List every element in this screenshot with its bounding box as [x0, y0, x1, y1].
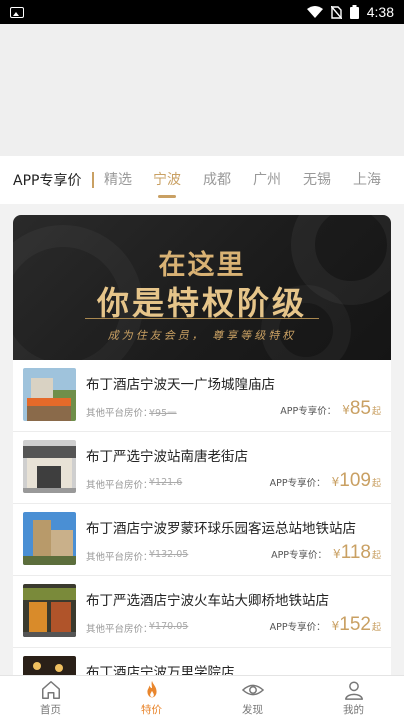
nav-mine[interactable]: 我的: [303, 676, 404, 720]
currency-symbol: ¥: [331, 619, 340, 633]
app-price: APP专享价： ¥ 109 起: [270, 470, 381, 492]
hotel-name: 布丁酒店宁波万里学院店: [86, 665, 235, 675]
other-price: ¥121.6: [149, 477, 183, 488]
other-price: ¥170.05: [149, 621, 189, 632]
hotel-item[interactable]: 布丁酒店宁波罗蒙环球乐园客运总站地铁站店 其他平台房价： ¥132.05 APP…: [13, 504, 391, 576]
price-suffix: 起: [371, 479, 381, 489]
status-bar: 4:38: [0, 0, 404, 24]
top-banner-area: [0, 24, 404, 156]
nav-home[interactable]: 首页: [0, 676, 101, 720]
hotel-photo: [23, 656, 76, 675]
no-sim-icon: [330, 5, 342, 19]
bottom-nav: 首页 特价 发现 我的: [0, 675, 404, 720]
hotel-item[interactable]: 布丁严选宁波站南唐老街店 其他平台房价： ¥121.6 APP专享价： ¥ 10…: [13, 432, 391, 504]
hotel-item[interactable]: 布丁严选酒店宁波火车站大卿桥地铁站店 其他平台房价： ¥170.05 APP专享…: [13, 576, 391, 648]
hotel-photo: [23, 368, 76, 421]
user-icon: [344, 681, 363, 700]
app-price: APP专享价： ¥ 152 起: [270, 614, 381, 636]
hotel-name: 布丁严选宁波站南唐老街店: [86, 449, 248, 465]
eye-icon: [241, 684, 264, 696]
image-notification-icon: [10, 6, 24, 18]
price-value: 152: [339, 614, 371, 635]
tabs-title: APP专享价: [13, 173, 82, 189]
banner-subtitle: 成为住友会员， 尊享等级特权: [107, 329, 297, 342]
other-price: ¥132.05: [149, 549, 189, 560]
hotel-card: 在这里 你是特权阶级 成为住友会员， 尊享等级特权 布丁酒店宁波天一广场城隍庙店…: [13, 215, 391, 675]
hotel-photo: [23, 512, 76, 565]
privilege-banner[interactable]: 在这里 你是特权阶级 成为住友会员， 尊享等级特权: [13, 215, 391, 360]
tab-ningbo[interactable]: 宁波: [142, 156, 192, 204]
hotel-name: 布丁严选酒店宁波火车站大卿桥地铁站店: [86, 593, 329, 609]
app-price-label: APP专享价：: [269, 622, 326, 633]
price-suffix: 起: [371, 551, 381, 561]
price-value: 118: [340, 542, 371, 563]
banner-rule: [85, 318, 319, 319]
other-price: ¥95一: [149, 408, 177, 419]
tab-jingxuan[interactable]: 精选: [104, 156, 142, 204]
hotel-list: 布丁酒店宁波天一广场城隍庙店 其他平台房价： ¥95一 APP专享价： ¥ 85…: [13, 360, 391, 675]
banner-headline: 在这里: [158, 250, 246, 281]
tab-wuxi[interactable]: 无锡: [292, 156, 342, 204]
hotel-name: 布丁酒店宁波罗蒙环球乐园客运总站地铁站店: [86, 521, 356, 537]
city-tabs: APP专享价 精选 宁波 成都 广州 无锡 上海: [0, 156, 404, 204]
nav-label: 特价: [141, 704, 162, 716]
hotel-item[interactable]: 布丁酒店宁波天一广场城隍庙店 其他平台房价： ¥95一 APP专享价： ¥ 85…: [13, 360, 391, 432]
hotel-item[interactable]: 布丁酒店宁波万里学院店: [13, 648, 391, 675]
other-price-label: 其他平台房价：: [86, 552, 153, 563]
app-price: APP专享价： ¥ 118 起: [271, 542, 381, 564]
flame-icon: [146, 680, 157, 698]
app-price: APP专享价： ¥ 85 起: [280, 398, 381, 420]
hotel-photo: [23, 584, 76, 637]
battery-icon: [349, 5, 359, 19]
nav-discover[interactable]: 发现: [202, 676, 303, 720]
tab-guangzhou[interactable]: 广州: [242, 156, 292, 204]
nav-label: 首页: [40, 704, 61, 716]
home-icon: [41, 681, 60, 699]
app-price-label: APP专享价：: [269, 478, 326, 489]
price-suffix: 起: [371, 623, 381, 633]
price-value: 85: [349, 398, 371, 419]
price-value: 109: [339, 470, 371, 491]
hotel-photo: [23, 440, 76, 493]
price-suffix: 起: [371, 407, 381, 417]
status-time: 4:38: [366, 4, 394, 20]
currency-symbol: ¥: [333, 547, 341, 561]
nav-label: 发现: [242, 704, 263, 716]
hotel-name: 布丁酒店宁波天一广场城隍庙店: [86, 377, 275, 393]
other-price-label: 其他平台房价：: [86, 624, 153, 635]
app-price-label: APP专享价：: [280, 406, 337, 417]
nav-label: 我的: [343, 704, 364, 716]
tab-shanghai[interactable]: 上海: [342, 156, 392, 204]
nav-deals[interactable]: 特价: [101, 676, 202, 720]
currency-symbol: ¥: [331, 475, 340, 489]
tab-chengdu[interactable]: 成都: [192, 156, 242, 204]
other-price-label: 其他平台房价：: [86, 480, 153, 491]
app-price-label: APP专享价：: [271, 550, 328, 561]
other-price-label: 其他平台房价：: [86, 408, 153, 419]
currency-symbol: ¥: [342, 403, 350, 417]
tabs-divider: [92, 172, 94, 188]
wifi-icon: [306, 6, 323, 18]
